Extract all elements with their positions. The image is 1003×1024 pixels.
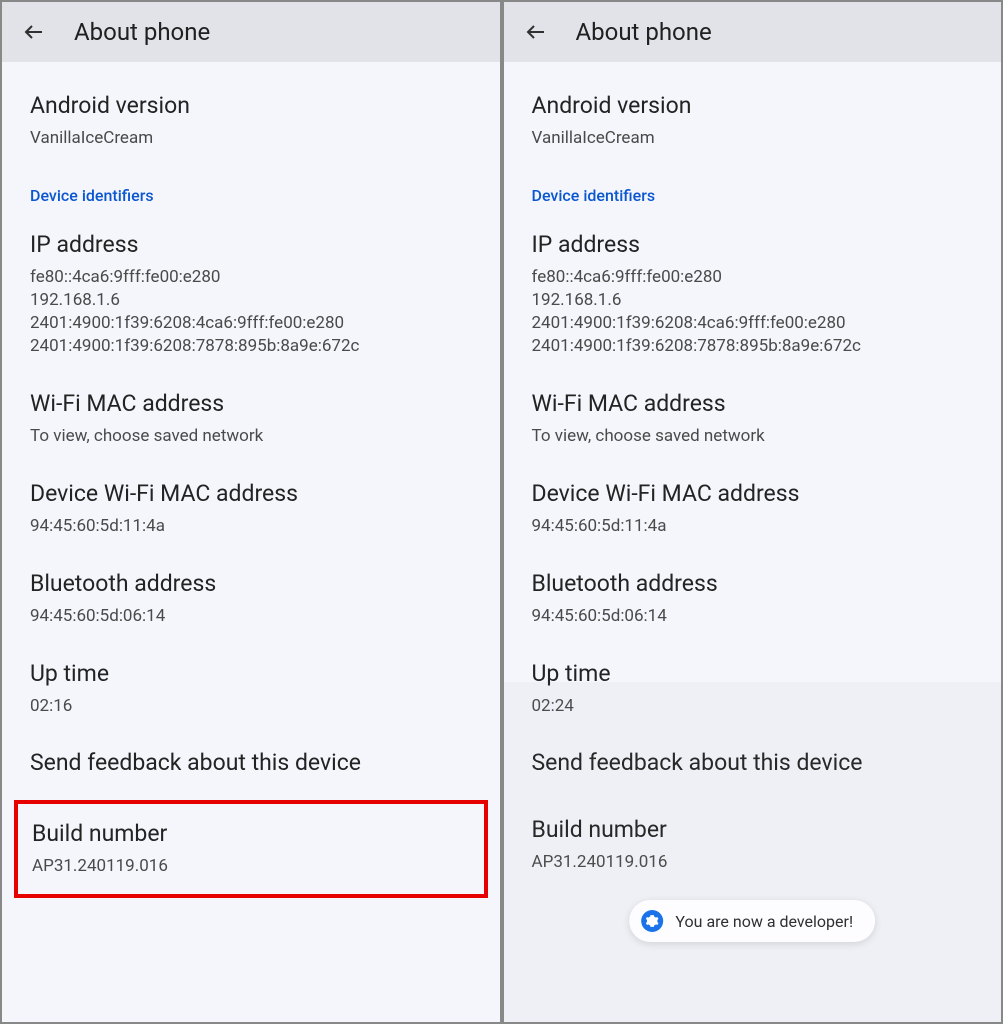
device-identifiers-header: Device identifiers: [532, 186, 974, 205]
wifi-mac-row[interactable]: Wi-Fi MAC address To view, choose saved …: [532, 390, 974, 448]
wifi-mac-value: To view, choose saved network: [30, 425, 472, 448]
device-wifi-mac-value: 94:45:60:5d:11:4a: [30, 515, 472, 538]
uptime-row[interactable]: Up time 02:24: [532, 660, 974, 718]
device-identifiers-header: Device identifiers: [30, 186, 472, 205]
back-icon[interactable]: [524, 20, 548, 44]
bluetooth-value: 94:45:60:5d:06:14: [30, 605, 472, 628]
build-number-row-highlighted[interactable]: Build number AP31.240119.016: [14, 800, 488, 898]
back-icon[interactable]: [22, 20, 46, 44]
toast-text: You are now a developer!: [675, 912, 853, 931]
device-wifi-mac-label: Device Wi-Fi MAC address: [532, 480, 974, 507]
ip-address-row[interactable]: IP address fe80::4ca6:9fff:fe00:e280 192…: [532, 231, 974, 358]
right-panel: About phone Android version VanillaIceCr…: [502, 0, 1003, 1024]
bluetooth-row[interactable]: Bluetooth address 94:45:60:5d:06:14: [30, 570, 472, 628]
wifi-mac-label: Wi-Fi MAC address: [30, 390, 472, 417]
build-number-value: AP31.240119.016: [32, 855, 470, 878]
left-panel: About phone Android version VanillaIceCr…: [0, 0, 502, 1024]
gear-icon: [641, 910, 663, 932]
feedback-link[interactable]: Send feedback about this device: [30, 749, 472, 776]
bluetooth-row[interactable]: Bluetooth address 94:45:60:5d:06:14: [532, 570, 974, 628]
android-version-value: VanillaIceCream: [30, 127, 472, 150]
feedback-link[interactable]: Send feedback about this device: [532, 749, 974, 776]
ip-address-value: fe80::4ca6:9fff:fe00:e280 192.168.1.6 24…: [532, 266, 974, 358]
ip-address-label: IP address: [30, 231, 472, 258]
build-number-value: AP31.240119.016: [532, 851, 960, 874]
content: Android version VanillaIceCream Device i…: [504, 62, 1002, 886]
build-number-label: Build number: [32, 820, 470, 847]
page-title: About phone: [576, 18, 712, 46]
header: About phone: [2, 2, 500, 62]
ip-address-label: IP address: [532, 231, 974, 258]
wifi-mac-label: Wi-Fi MAC address: [532, 390, 974, 417]
bluetooth-label: Bluetooth address: [532, 570, 974, 597]
android-version-value: VanillaIceCream: [532, 127, 974, 150]
android-version-label: Android version: [30, 92, 472, 119]
android-version-row[interactable]: Android version VanillaIceCream: [532, 92, 974, 150]
wifi-mac-value: To view, choose saved network: [532, 425, 974, 448]
uptime-label: Up time: [532, 660, 974, 687]
device-wifi-mac-row[interactable]: Device Wi-Fi MAC address 94:45:60:5d:11:…: [532, 480, 974, 538]
page-title: About phone: [74, 18, 210, 46]
uptime-value: 02:16: [30, 695, 472, 718]
android-version-label: Android version: [532, 92, 974, 119]
device-wifi-mac-value: 94:45:60:5d:11:4a: [532, 515, 974, 538]
uptime-value: 02:24: [532, 695, 974, 718]
device-wifi-mac-label: Device Wi-Fi MAC address: [30, 480, 472, 507]
device-wifi-mac-row[interactable]: Device Wi-Fi MAC address 94:45:60:5d:11:…: [30, 480, 472, 538]
uptime-label: Up time: [30, 660, 472, 687]
content: Android version VanillaIceCream Device i…: [2, 62, 500, 898]
bluetooth-label: Bluetooth address: [30, 570, 472, 597]
ip-address-value: fe80::4ca6:9fff:fe00:e280 192.168.1.6 24…: [30, 266, 472, 358]
developer-toast: You are now a developer!: [629, 900, 875, 942]
uptime-row[interactable]: Up time 02:16: [30, 660, 472, 718]
ip-address-row[interactable]: IP address fe80::4ca6:9fff:fe00:e280 192…: [30, 231, 472, 358]
build-number-label: Build number: [532, 816, 960, 843]
android-version-row[interactable]: Android version VanillaIceCream: [30, 92, 472, 150]
header: About phone: [504, 2, 1002, 62]
build-number-row[interactable]: Build number AP31.240119.016: [532, 800, 974, 886]
bluetooth-value: 94:45:60:5d:06:14: [532, 605, 974, 628]
wifi-mac-row[interactable]: Wi-Fi MAC address To view, choose saved …: [30, 390, 472, 448]
